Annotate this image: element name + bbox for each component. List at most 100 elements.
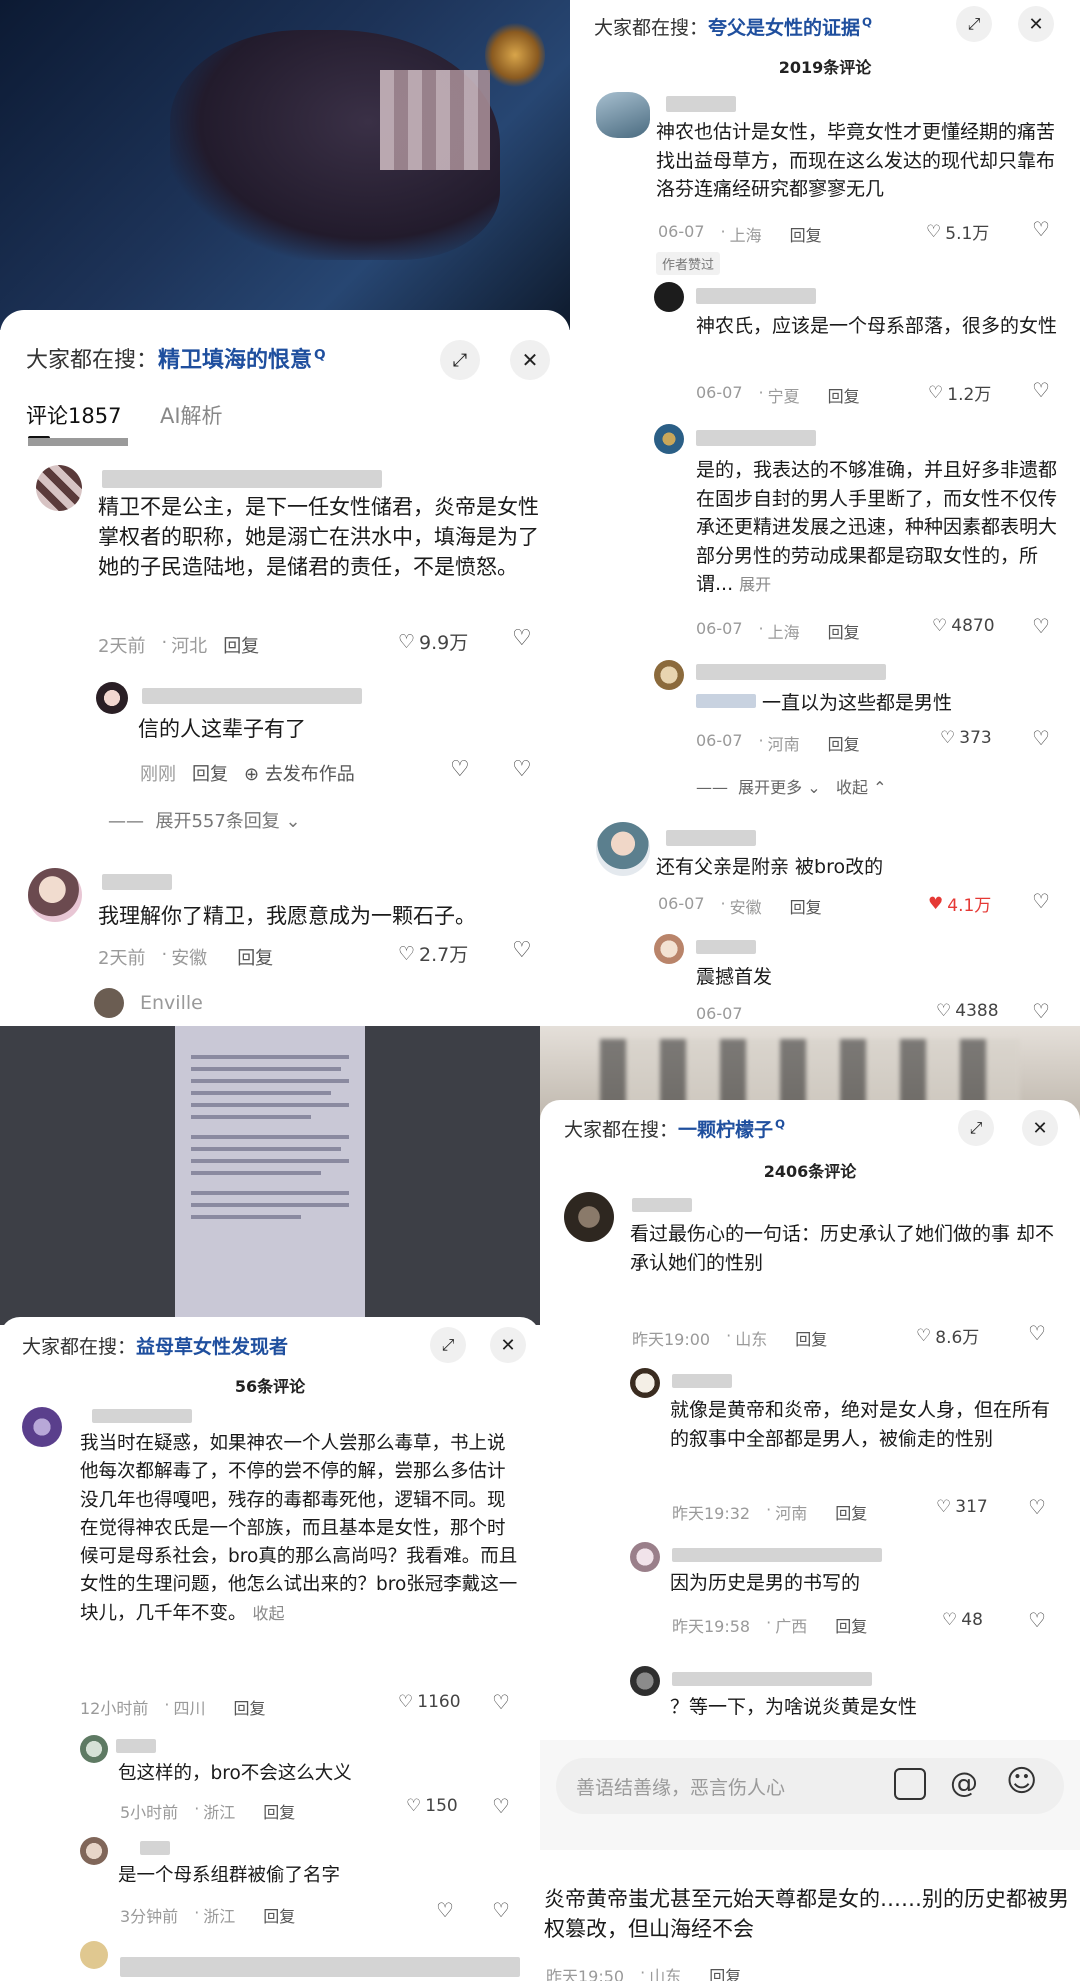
avatar[interactable] [80, 1735, 108, 1763]
reply-button[interactable]: 回复 [795, 1326, 827, 1350]
reply-button[interactable]: 回复 [709, 1963, 741, 1981]
dislike-icon[interactable]: ♡ [492, 1690, 510, 1714]
collapse-link[interactable]: 收起 [253, 1604, 285, 1623]
close-icon[interactable]: ✕ [510, 340, 550, 380]
close-icon[interactable]: ✕ [490, 1327, 526, 1363]
like-button[interactable]: ♡ 150 [406, 1796, 458, 1816]
heart-icon: ♡ [406, 1796, 422, 1816]
reply-button[interactable]: 回复 [237, 944, 273, 970]
avatar[interactable] [596, 822, 650, 876]
expand-replies[interactable]: —— 展开557条回复 ⌄ [108, 807, 301, 833]
expand-text-link[interactable]: 展开 [739, 575, 771, 594]
reply-button[interactable]: 回复 [835, 1500, 867, 1524]
like-button[interactable]: ♡ 48 [942, 1610, 983, 1630]
video-backdrop [0, 0, 570, 330]
comment-input[interactable]: 善语结善缘，恶言伤人心 @ ☺ [556, 1758, 1064, 1814]
publish-work-link[interactable]: ⊕ 去发布作品 [244, 760, 355, 786]
dislike-icon[interactable]: ♡ [512, 626, 532, 651]
search-query-link[interactable]: 精卫填海的恨意 Q [158, 342, 326, 374]
reply-button[interactable]: 回复 [790, 222, 822, 246]
reply-button[interactable]: 回复 [223, 632, 259, 658]
tab-ai-analysis[interactable]: AI解析 [160, 400, 223, 430]
avatar[interactable] [654, 282, 684, 312]
close-icon[interactable]: ✕ [1022, 1110, 1058, 1146]
avatar[interactable] [654, 934, 684, 964]
dislike-icon[interactable]: ♡ [1028, 1495, 1046, 1519]
avatar[interactable] [630, 1542, 660, 1572]
avatar[interactable] [28, 868, 82, 922]
dislike-icon[interactable]: ♡ [1032, 999, 1050, 1023]
reply-meta: 刚刚 回复 ⊕ 去发布作品 [140, 760, 355, 786]
dislike-icon[interactable]: ♡ [512, 757, 532, 782]
avatar[interactable] [654, 660, 684, 690]
reply-button[interactable]: 回复 [263, 1903, 295, 1927]
avatar[interactable] [80, 1837, 108, 1865]
comment-time: 2天前 [98, 636, 146, 657]
username-obscured [672, 1548, 882, 1562]
like-icon[interactable]: ♡ [450, 757, 470, 782]
dislike-icon[interactable]: ♡ [1032, 726, 1050, 750]
dislike-icon[interactable]: ♡ [1032, 217, 1050, 241]
like-button[interactable]: ♡ 373 [940, 728, 992, 748]
dislike-icon[interactable]: ♡ [492, 1794, 510, 1818]
dislike-icon[interactable]: ♡ [1028, 1321, 1046, 1345]
reply-button[interactable]: 回复 [192, 760, 228, 786]
expand-icon[interactable]: ⤢ [440, 340, 480, 380]
reply-button[interactable]: 回复 [263, 1799, 295, 1823]
avatar[interactable] [94, 988, 124, 1018]
avatar[interactable] [596, 92, 650, 138]
like-button[interactable]: ♡ 1160 [398, 1692, 461, 1712]
comment-meta: 12小时前 · 四川 回复 [80, 1695, 266, 1719]
avatar[interactable] [96, 682, 128, 714]
avatar[interactable] [22, 1407, 62, 1447]
like-button[interactable]: ♡ 4870 [932, 616, 995, 636]
close-icon[interactable]: ✕ [1018, 6, 1054, 42]
avatar[interactable] [654, 424, 684, 454]
like-button[interactable]: ♡ 1.2万 [928, 380, 991, 406]
reply-button[interactable]: 回复 [828, 619, 860, 643]
reply-button[interactable]: 回复 [790, 894, 822, 918]
avatar[interactable] [630, 1368, 660, 1398]
document-page [175, 1025, 365, 1325]
expand-more-link[interactable]: —— 展开更多 ⌄ [696, 774, 821, 798]
dislike-icon[interactable]: ♡ [492, 1898, 510, 1922]
like-button[interactable]: ♡ 9.9万 [398, 628, 468, 655]
reply-button[interactable]: 回复 [835, 1613, 867, 1637]
like-icon[interactable]: ♡ [436, 1898, 454, 1922]
expand-icon[interactable]: ⤢ [956, 6, 992, 42]
like-button[interactable]: ♡ 2.7万 [398, 940, 468, 967]
dislike-icon[interactable]: ♡ [1032, 614, 1050, 638]
dislike-icon[interactable]: ♡ [512, 938, 532, 963]
avatar[interactable] [564, 1192, 614, 1242]
tab-comments[interactable]: 评论1857 [26, 400, 121, 430]
search-query-link[interactable]: 益母草女性发现者 [136, 1332, 288, 1359]
at-mention-icon[interactable]: @ [950, 1766, 978, 1799]
comment-sheet: 大家都在搜： 益母草女性发现者 ⤢ ✕ 56条评论 我当时在疑惑，如果神农一个人… [0, 1317, 540, 1981]
reply-meta: 昨天19:58 · 广西 回复 [672, 1613, 868, 1637]
like-button[interactable]: ♡ 8.6万 [916, 1323, 979, 1349]
emoji-icon[interactable]: ☺ [1006, 1764, 1037, 1799]
dislike-icon[interactable]: ♡ [1028, 1608, 1046, 1632]
reply-button[interactable]: 回复 [828, 731, 860, 755]
avatar[interactable] [36, 465, 82, 511]
like-button[interactable]: ♥ 4.1万 [928, 891, 991, 917]
next-username: Enville [140, 992, 203, 1014]
reply-meta: 5小时前 · 浙江 回复 [120, 1799, 296, 1823]
expand-icon[interactable]: ⤢ [430, 1327, 466, 1363]
reply-button[interactable]: 回复 [233, 1695, 265, 1719]
expand-icon[interactable]: ⤢ [958, 1110, 994, 1146]
dislike-icon[interactable]: ♡ [1032, 378, 1050, 402]
like-button[interactable]: ♡ 4388 [936, 1001, 999, 1021]
avatar[interactable] [80, 1941, 108, 1969]
username-obscured [696, 940, 756, 954]
collapse-link[interactable]: 收起 ⌃ [836, 774, 887, 798]
heart-icon: ♡ [942, 1610, 958, 1630]
search-query-link[interactable]: 夸父是女性的证据 Q [708, 13, 872, 40]
search-query-link[interactable]: 一颗柠檬子 Q [678, 1115, 785, 1142]
dislike-icon[interactable]: ♡ [1032, 889, 1050, 913]
avatar[interactable] [630, 1666, 660, 1696]
like-button[interactable]: ♡ 317 [936, 1497, 988, 1517]
image-icon[interactable] [894, 1768, 926, 1800]
reply-button[interactable]: 回复 [828, 383, 860, 407]
like-button[interactable]: ♡ 5.1万 [926, 219, 989, 245]
